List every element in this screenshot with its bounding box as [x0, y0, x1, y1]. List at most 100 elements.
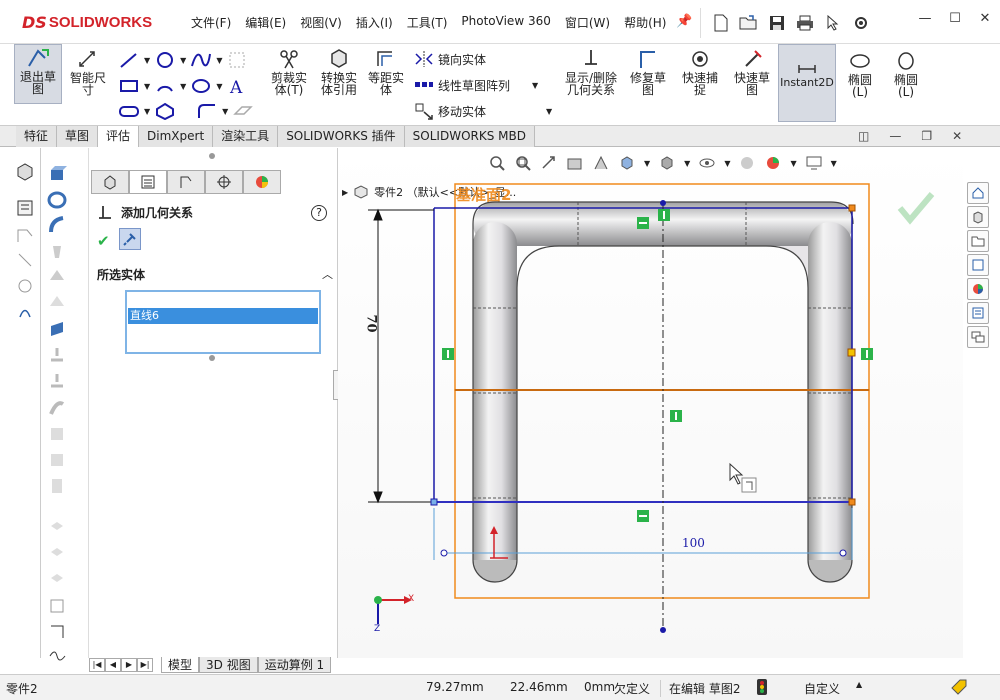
fillet-feature-icon[interactable] [47, 424, 67, 444]
tab-configuration-manager[interactable] [167, 170, 205, 194]
ellipse-button-2[interactable]: 椭圆(L) [886, 50, 926, 98]
tab-last-icon[interactable]: ▶| [137, 658, 153, 672]
slot-icon[interactable] [118, 102, 140, 120]
pushpin-button[interactable] [119, 228, 141, 250]
collapse-chevron-icon[interactable]: ︿ [322, 266, 333, 283]
quick-snaps-button[interactable]: 快速捕捉 [678, 48, 722, 96]
display-manager-icon[interactable] [15, 276, 35, 296]
tab-render-tools[interactable]: 渲染工具 [213, 126, 279, 147]
config-icon[interactable] [15, 226, 35, 246]
toolbox-icon[interactable] [15, 302, 35, 322]
status-units[interactable]: 自定义 [804, 680, 840, 697]
loft-icon[interactable] [47, 242, 67, 262]
tab-features[interactable]: 特征 [16, 126, 58, 147]
move-entities-button[interactable]: 移动实体 ▼ [414, 102, 552, 120]
doc-restore-icon[interactable]: ◫ [858, 126, 869, 146]
convert-entities-button[interactable]: 转换实体引用 [316, 48, 362, 96]
extrude-boss-icon[interactable] [47, 164, 67, 184]
tab-dimxpert-manager[interactable] [205, 170, 243, 194]
selected-entities-header[interactable]: 所选实体 ︿ [97, 266, 333, 283]
plane-shape-icon[interactable] [47, 320, 67, 340]
smart-dimension-button[interactable]: 智能尺寸 [66, 48, 110, 96]
revolve-icon[interactable] [47, 190, 67, 210]
circle-icon[interactable] [154, 50, 176, 70]
save-icon[interactable] [765, 11, 789, 35]
help-icon[interactable]: ? [311, 205, 327, 221]
close-icon[interactable]: ✕ [976, 8, 994, 28]
fillet-icon[interactable] [196, 102, 218, 120]
plane-icon[interactable] [232, 102, 254, 120]
menu-help[interactable]: 帮助(H) [617, 14, 673, 31]
trim-entities-button[interactable]: 剪裁实体(T) [266, 48, 312, 96]
maximize-icon[interactable]: ☐ [946, 8, 964, 28]
tab-mbd[interactable]: SOLIDWORKS MBD [404, 126, 535, 147]
fillet-dropdown-icon[interactable]: ▼ [222, 107, 228, 116]
cut-loft-icon[interactable] [47, 398, 67, 418]
menu-window[interactable]: 窗口(W) [558, 14, 617, 31]
design-library-icon[interactable] [967, 206, 989, 228]
spline-icon[interactable] [190, 50, 212, 70]
dimension-horizontal-label[interactable]: 100 [682, 536, 705, 550]
pattern-dropdown-icon[interactable]: ▼ [532, 81, 538, 90]
menu-tools[interactable]: 工具(T) [400, 14, 455, 31]
arc-icon[interactable] [154, 76, 176, 96]
tab-addins[interactable]: SOLIDWORKS 插件 [278, 126, 405, 147]
cut-sweep-icon[interactable] [47, 372, 67, 392]
doc-maximize-icon[interactable]: ❐ [921, 126, 932, 146]
doc-minimize-icon[interactable]: — [889, 126, 901, 146]
menu-edit[interactable]: 编辑(E) [238, 14, 293, 31]
model-drawing[interactable] [338, 148, 963, 658]
sweep-icon[interactable] [47, 214, 67, 234]
reference-geometry-icon[interactable] [47, 622, 67, 642]
ok-check-icon[interactable]: ✔ [97, 232, 110, 250]
rectangle-icon[interactable] [118, 76, 140, 96]
selected-entities-list[interactable]: 直线6 [125, 290, 321, 354]
print-icon[interactable] [793, 11, 817, 35]
tab-3d-views[interactable]: 3D 视图 [199, 657, 258, 673]
appearances-icon[interactable] [967, 278, 989, 300]
tab-dimxpert[interactable]: DimXpert [139, 126, 214, 147]
dimension-vertical-label[interactable]: 70 [364, 314, 379, 332]
shell-icon[interactable] [47, 518, 67, 538]
view-palette-icon[interactable] [967, 254, 989, 276]
solidworks-logo[interactable]: DS SOLIDWORKS [22, 10, 152, 34]
new-icon[interactable] [709, 11, 733, 35]
file-explorer-icon[interactable] [967, 230, 989, 252]
units-dropdown-icon[interactable]: ▲ [856, 680, 862, 689]
dimxpert-icon[interactable] [15, 250, 35, 270]
ellipse-icon[interactable] [190, 76, 212, 96]
boundary-icon[interactable] [47, 266, 67, 286]
rectangle-dropdown-icon[interactable]: ▼ [144, 82, 150, 91]
tab-feature-manager[interactable] [91, 170, 129, 194]
custom-properties-icon[interactable] [967, 302, 989, 324]
mirror-entities-button[interactable]: 镜向实体 [414, 50, 486, 68]
construction-icon[interactable] [226, 50, 248, 70]
cut-revolve-icon[interactable] [47, 346, 67, 366]
line-dropdown-icon[interactable]: ▼ [144, 56, 150, 65]
wrap-icon[interactable] [47, 570, 67, 590]
doc-close-icon[interactable]: ✕ [952, 126, 962, 146]
ellipse-button-1[interactable]: 椭圆(L) [840, 50, 880, 98]
menu-file[interactable]: 文件(F) [184, 14, 238, 31]
tab-next-icon[interactable]: ▶ [121, 658, 137, 672]
move-dropdown-icon[interactable]: ▼ [546, 107, 552, 116]
select-icon[interactable] [821, 11, 845, 35]
pattern-feature-icon[interactable] [47, 450, 67, 470]
pin-menu-icon[interactable]: 📌 [676, 14, 692, 29]
resize-dot[interactable] [209, 355, 215, 361]
extrude-cut-icon[interactable] [47, 292, 67, 312]
ellipse-dropdown-icon[interactable]: ▼ [216, 82, 222, 91]
tab-model[interactable]: 模型 [161, 657, 200, 673]
home-icon[interactable] [967, 182, 989, 204]
tab-sketch[interactable]: 草图 [57, 126, 99, 147]
property-icon[interactable] [15, 198, 35, 218]
arc-dropdown-icon[interactable]: ▼ [180, 82, 186, 91]
tab-property-manager[interactable] [129, 170, 167, 194]
dimension-vertical[interactable] [368, 208, 434, 504]
text-icon[interactable]: A [226, 76, 248, 96]
splitter-dot[interactable] [209, 153, 215, 159]
tab-first-icon[interactable]: |◀ [89, 658, 105, 672]
draft-icon[interactable] [47, 544, 67, 564]
slot-dropdown-icon[interactable]: ▼ [144, 107, 150, 116]
tab-display-manager[interactable] [243, 170, 281, 194]
